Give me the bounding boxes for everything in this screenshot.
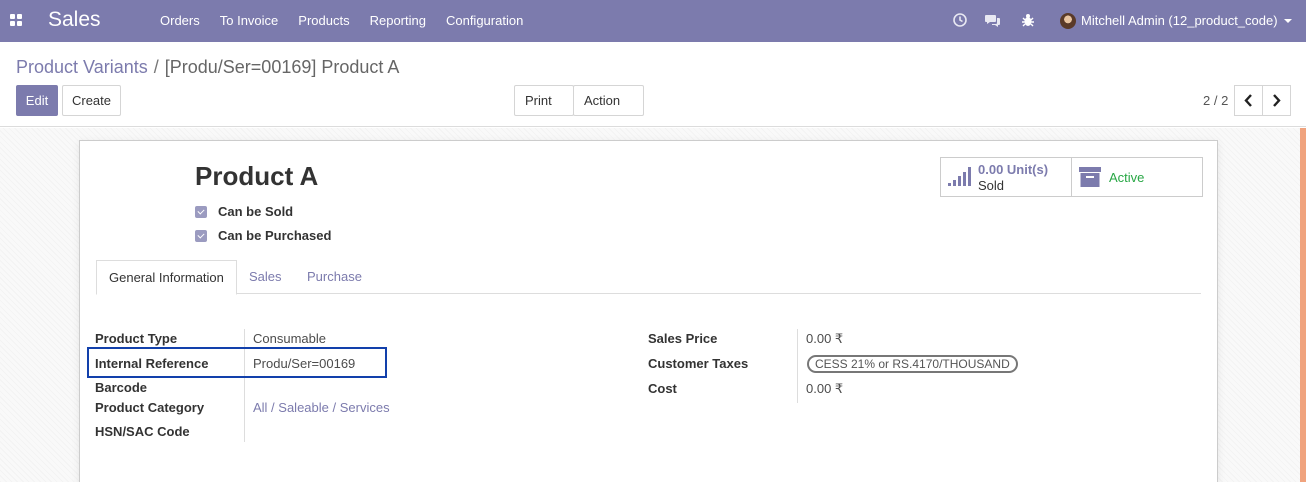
archive-icon <box>1079 167 1101 187</box>
sold-value: 0.00 Unit(s) <box>978 162 1049 177</box>
customer-tax-badge[interactable]: CESS 21% or RS.4170/THOUSAND <box>807 355 1018 373</box>
hsn-sac-code-label: HSN/SAC Code <box>95 424 190 439</box>
sales-price-value[interactable]: 0.00 ₹ <box>806 331 843 347</box>
apps-grid-icon[interactable] <box>10 14 22 26</box>
user-menu[interactable]: Mitchell Admin (12_product_code) <box>1060 0 1292 42</box>
create-button[interactable]: Create <box>62 85 121 116</box>
print-dropdown[interactable]: Print <box>514 85 574 133</box>
can-be-purchased-checkbox[interactable] <box>195 229 207 242</box>
pager-value[interactable]: 2 / 2 <box>1203 93 1228 108</box>
pager-previous-button[interactable] <box>1234 85 1263 116</box>
scrollbar[interactable] <box>1300 128 1306 482</box>
breadcrumb-separator: / <box>153 57 159 77</box>
chevron-right-icon <box>1273 94 1281 107</box>
pager-next-button[interactable] <box>1262 85 1291 116</box>
customer-taxes-label: Customer Taxes <box>648 356 749 371</box>
print-label: Print <box>525 93 552 108</box>
product-category-value[interactable]: All / Saleable / Services <box>253 400 390 415</box>
chevron-left-icon <box>1244 94 1252 107</box>
chat-icon[interactable] <box>985 12 1001 28</box>
caret-down-icon <box>1283 19 1292 23</box>
bug-icon[interactable] <box>1020 12 1036 28</box>
menu-item-reporting[interactable]: Reporting <box>360 0 436 42</box>
tab-purchase[interactable]: Purchase <box>307 260 362 294</box>
notebook-tabs: General Information Sales Purchase <box>96 260 1201 295</box>
can-be-sold-checkbox[interactable] <box>195 205 207 218</box>
cost-value[interactable]: 0.00 ₹ <box>806 381 843 397</box>
field-divider <box>244 329 245 442</box>
product-name: Product A <box>195 161 319 191</box>
product-type-value[interactable]: Consumable <box>253 331 326 346</box>
can-be-sold-label: Can be Sold <box>218 204 294 219</box>
menu-item-orders[interactable]: Orders <box>150 0 210 42</box>
field-divider <box>797 329 798 403</box>
product-type-label: Product Type <box>95 331 178 346</box>
cost-label: Cost <box>648 381 677 396</box>
form-content-area: Product A Can be Sold Can be Purchased 0… <box>0 128 1306 482</box>
can-be-sold-row: Can be Sold <box>195 204 293 219</box>
bar-chart-icon <box>948 167 971 186</box>
avatar <box>1060 13 1076 29</box>
can-be-purchased-label: Can be Purchased <box>218 228 332 243</box>
menu-item-to-invoice[interactable]: To Invoice <box>210 0 289 42</box>
user-name: Mitchell Admin (12_product_code) <box>1081 13 1278 28</box>
breadcrumb: Product Variants / [Produ/Ser=00169] Produ… <box>16 57 399 78</box>
action-dropdown[interactable]: Action <box>573 85 644 133</box>
menu-item-configuration[interactable]: Configuration <box>436 0 533 42</box>
main-menu: Orders To Invoice Products Reporting Con… <box>150 0 533 42</box>
top-navbar: Sales Orders To Invoice Products Reporti… <box>0 0 1306 42</box>
tab-sales[interactable]: Sales <box>249 260 282 294</box>
clock-icon[interactable] <box>952 12 968 28</box>
breadcrumb-current: [Produ/Ser=00169] Product A <box>164 57 400 77</box>
active-toggle-button[interactable]: Active <box>1071 157 1203 197</box>
control-panel: Product Variants / [Produ/Ser=00169] Produ… <box>0 42 1306 133</box>
app-name[interactable]: Sales <box>48 8 101 32</box>
active-label: Active <box>1109 170 1145 185</box>
edit-button[interactable]: Edit <box>16 85 58 116</box>
sales-price-label: Sales Price <box>648 331 718 346</box>
action-label: Action <box>584 93 621 108</box>
sold-label: Sold <box>978 178 1005 193</box>
sold-smart-button[interactable]: 0.00 Unit(s) Sold <box>940 157 1072 197</box>
tab-general-information[interactable]: General Information <box>96 260 237 295</box>
breadcrumb-parent[interactable]: Product Variants <box>16 57 148 77</box>
product-category-label: Product Category <box>95 400 205 415</box>
menu-item-products[interactable]: Products <box>288 0 359 42</box>
form-sheet: Product A Can be Sold Can be Purchased 0… <box>79 140 1218 482</box>
internal-reference-highlight <box>87 347 387 378</box>
barcode-label: Barcode <box>95 380 148 395</box>
can-be-purchased-row: Can be Purchased <box>195 228 331 243</box>
